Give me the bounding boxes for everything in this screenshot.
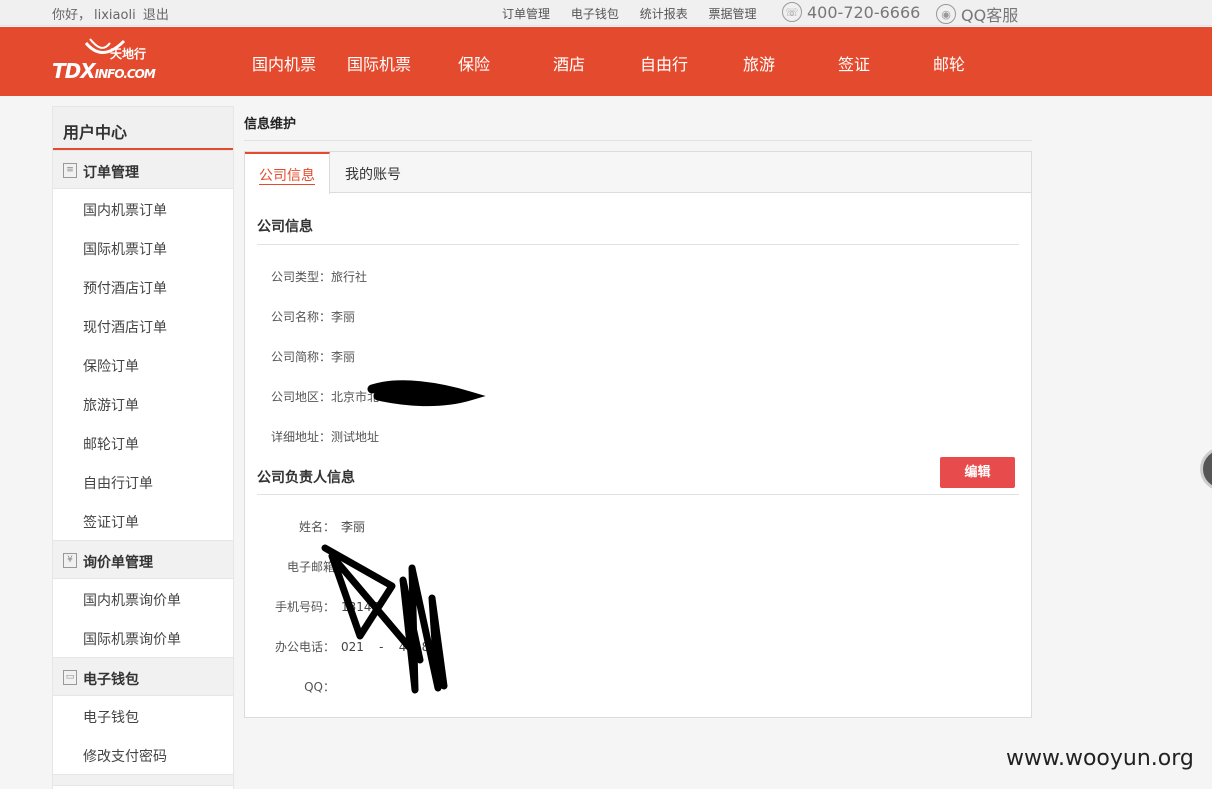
watermark: www.wooyun.org <box>1006 746 1194 771</box>
tab-company-info[interactable]: 公司信息 <box>245 152 330 194</box>
logo-sub: INFO.COM <box>94 67 156 81</box>
sidebar-group-label: 询价单管理 <box>83 555 153 571</box>
field-label: 公司简称： <box>271 350 332 364</box>
sidebar-item-cruise-orders[interactable]: 邮轮订单 <box>53 423 233 462</box>
field-company-name: 公司名称：李丽 <box>271 308 355 325</box>
edit-button[interactable]: 编辑 <box>940 457 1015 488</box>
sidebar-item-change-payment-password[interactable]: 修改支付密码 <box>53 735 233 774</box>
company-section-title: 公司信息 <box>257 219 313 235</box>
field-value: 021 - 4 8 <box>341 640 430 654</box>
field-label: 公司类型： <box>271 270 332 284</box>
main-nav: 天地行 TDXINFO.COM 国内机票 国际机票 保险 酒店 自由行 旅游 签… <box>0 27 1212 96</box>
field-label: 详细地址： <box>271 430 332 444</box>
field-label: 公司名称： <box>271 310 332 324</box>
nav-tour[interactable]: 旅游 <box>743 51 775 75</box>
site-logo[interactable]: 天地行 TDXINFO.COM <box>52 37 162 83</box>
sidebar-item-independent-travel-orders[interactable]: 自由行订单 <box>53 462 233 501</box>
nav-visa[interactable]: 签证 <box>838 51 870 75</box>
field-contact-mobile: 手机号码： 13145 <box>275 598 379 615</box>
phone-icon: ☏ <box>782 2 802 22</box>
page-title: 信息维护 <box>244 117 297 132</box>
field-value: 李丽 <box>341 520 366 534</box>
sidebar-item-tour-orders[interactable]: 旅游订单 <box>53 384 233 423</box>
top-link-wallet[interactable]: 电子钱包 <box>571 7 619 21</box>
qq-icon: ◉ <box>936 4 956 24</box>
yen-icon: ¥ <box>63 553 77 568</box>
sidebar-item-domestic-flight-inquiry[interactable]: 国内机票询价单 <box>53 579 233 618</box>
field-value: 13145 <box>341 600 380 614</box>
qq-service[interactable]: ◉ QQ客服 <box>936 2 1018 26</box>
field-value: 李丽 <box>331 310 356 324</box>
top-link-tickets[interactable]: 票据管理 <box>709 7 757 21</box>
field-label: QQ： <box>304 680 335 694</box>
nav-domestic-flights[interactable]: 国内机票 <box>252 51 316 75</box>
top-bar: 你好， lixiaoli 退出 订单管理 电子钱包 统计报表 票据管理 ☏ 400… <box>0 0 1212 26</box>
sidebar-item-international-flight-inquiry[interactable]: 国际机票询价单 <box>53 618 233 657</box>
info-panel: 公司信息 我的账号 公司信息 公司类型：旅行社 公司名称：李丽 公司简称：李丽 … <box>244 151 1032 718</box>
sidebar-item-visa-orders[interactable]: 签证订单 <box>53 501 233 540</box>
qq-service-label: QQ客服 <box>961 6 1019 25</box>
top-links: 订单管理 电子钱包 统计报表 票据管理 <box>502 5 774 22</box>
sidebar-group-label: 订单管理 <box>83 165 139 181</box>
section-divider <box>257 494 1019 495</box>
top-link-reports[interactable]: 统计报表 <box>640 7 688 21</box>
field-contact-office-phone: 办公电话： 021 - 4 8 <box>275 638 429 655</box>
field-value: 北京市北 <box>331 390 380 404</box>
tab-label: 公司信息 <box>259 168 315 185</box>
field-company-type: 公司类型：旅行社 <box>271 268 367 285</box>
sidebar-item-insurance-orders[interactable]: 保险订单 <box>53 345 233 384</box>
nav-cruise[interactable]: 邮轮 <box>933 51 965 75</box>
greeting-text: 你好， <box>52 8 92 23</box>
logo-main: TDX <box>52 59 96 83</box>
sidebar-group-wallet[interactable]: ▭ 电子钱包 <box>53 657 233 696</box>
username: lixiaoli <box>94 8 136 23</box>
side-float-button[interactable] <box>1200 447 1212 491</box>
sidebar-item-prepaid-hotel-orders[interactable]: 预付酒店订单 <box>53 267 233 306</box>
nav-independent-travel[interactable]: 自由行 <box>640 51 688 75</box>
logout-link[interactable]: 退出 <box>143 8 169 23</box>
list-icon: ≡ <box>63 163 77 178</box>
logo-text: TDXINFO.COM <box>52 59 156 83</box>
field-value: 旅行社 <box>331 270 368 284</box>
field-company-region: 公司地区：北京市北 <box>271 388 379 405</box>
tab-my-account[interactable]: 我的账号 <box>331 152 415 193</box>
sidebar-group-orders[interactable]: ≡ 订单管理 <box>53 150 233 189</box>
contact-section-title: 公司负责人信息 <box>257 470 355 486</box>
field-label: 办公电话： <box>275 640 336 654</box>
field-label: 姓名： <box>298 520 335 534</box>
nav-international-flights[interactable]: 国际机票 <box>347 51 411 75</box>
field-value: 李丽 <box>331 350 356 364</box>
title-divider <box>244 140 1032 141</box>
sidebar-item-international-flight-orders[interactable]: 国际机票订单 <box>53 228 233 267</box>
nav-insurance[interactable]: 保险 <box>458 51 490 75</box>
tab-label: 我的账号 <box>345 167 401 183</box>
phone-number: 400-720-6666 <box>807 2 921 22</box>
section-divider <box>257 244 1019 245</box>
sidebar-group-label: 电子钱包 <box>83 672 139 688</box>
field-address: 详细地址：测试地址 <box>271 428 379 445</box>
field-contact-qq: QQ： <box>275 678 341 695</box>
nav-hotel[interactable]: 酒店 <box>553 51 585 75</box>
greeting: 你好， lixiaoli 退出 <box>52 4 169 23</box>
sidebar: 用户中心 ≡ 订单管理 国内机票订单 国际机票订单 预付酒店订单 现付酒店订单 … <box>52 106 234 789</box>
sidebar-group-inquiries[interactable]: ¥ 询价单管理 <box>53 540 233 579</box>
field-label: 电子邮箱 <box>286 560 335 574</box>
top-link-orders[interactable]: 订单管理 <box>502 7 550 21</box>
field-label: 公司地区： <box>271 390 332 404</box>
field-company-short-name: 公司简称：李丽 <box>271 348 355 365</box>
phone-hotline: ☏ 400-720-6666 <box>782 2 920 22</box>
field-contact-name: 姓名： 李丽 <box>275 518 365 535</box>
field-label: 手机号码： <box>275 600 336 614</box>
sidebar-item-wallet[interactable]: 电子钱包 <box>53 696 233 735</box>
tab-bar: 公司信息 我的账号 <box>245 152 1031 194</box>
sidebar-group-next <box>53 774 233 786</box>
wallet-icon: ▭ <box>63 670 77 685</box>
field-value: 测试地址 <box>331 430 380 444</box>
sidebar-item-domestic-flight-orders[interactable]: 国内机票订单 <box>53 189 233 228</box>
field-contact-email: 电子邮箱 <box>275 558 341 575</box>
sidebar-item-pay-at-hotel-orders[interactable]: 现付酒店订单 <box>53 306 233 345</box>
sidebar-title: 用户中心 <box>53 107 233 150</box>
